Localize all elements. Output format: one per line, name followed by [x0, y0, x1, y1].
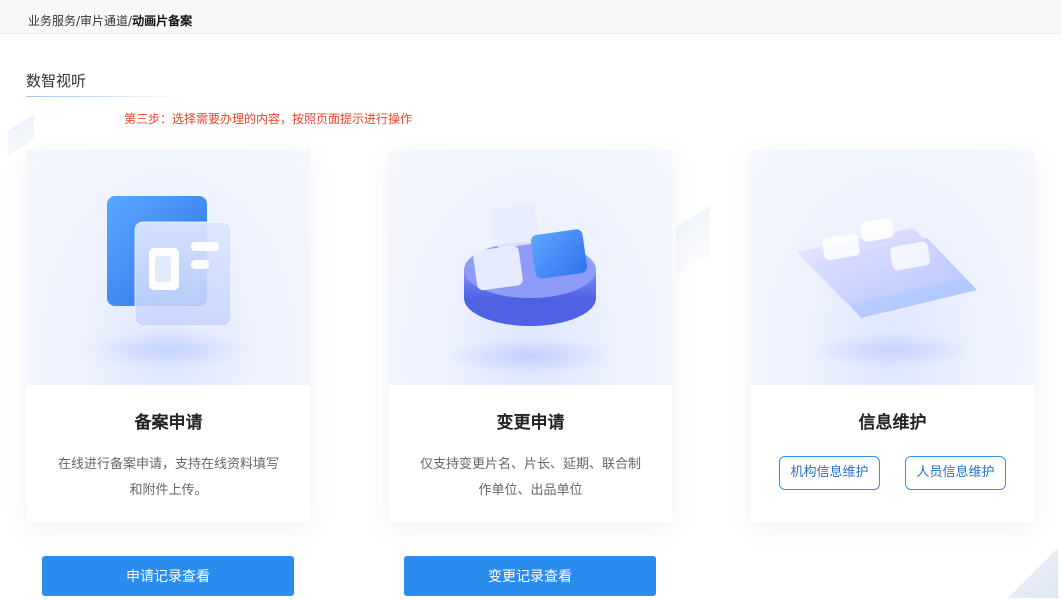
apply-records-button[interactable]: 申请记录查看: [42, 556, 294, 596]
change-illustration-area: [389, 150, 672, 385]
info-illustration-area: [751, 150, 1034, 385]
person-info-maintenance-button[interactable]: 人员信息维护: [905, 456, 1006, 490]
change-records-button[interactable]: 变更记录查看: [404, 556, 656, 596]
section-title: 数智视听: [26, 72, 87, 90]
breadcrumb-item-current: 动画片备案: [132, 14, 193, 28]
layered-platform-icon: [797, 218, 977, 368]
info-maintenance-card: 信息维护 机构信息维护 人员信息维护: [751, 150, 1034, 522]
change-card-description: 仅支持变更片名、片长、延期、联合制作单位、出品单位: [419, 457, 641, 498]
change-card-title: 变更申请: [496, 413, 565, 433]
stacked-blocks-icon: [446, 203, 614, 374]
info-card-title: 信息维护: [858, 413, 927, 433]
section-underline: [26, 96, 186, 97]
decorative-shape-middle: [676, 206, 710, 276]
document-card-icon: [88, 196, 248, 370]
filing-illustration-area: [27, 150, 310, 385]
filing-application-card[interactable]: 备案申请 在线进行备案申请，支持在线资料填写和附件上传。: [27, 150, 310, 522]
filing-card-description: 在线进行备案申请，支持在线资料填写和附件上传。: [57, 457, 279, 498]
step-instruction: 第三步：选择需要办理的内容，按照页面提示进行操作: [124, 112, 413, 126]
org-info-maintenance-button[interactable]: 机构信息维护: [779, 456, 880, 490]
change-application-card[interactable]: 变更申请 仅支持变更片名、片长、延期、联合制作单位、出品单位: [389, 150, 672, 522]
breadcrumb: 业务服务/审片通道/动画片备案: [0, 0, 1061, 34]
breadcrumb-item-review-channel[interactable]: 审片通道/: [80, 14, 132, 28]
filing-card-title: 备案申请: [134, 413, 203, 433]
decorative-shape-corner: [1008, 548, 1058, 598]
breadcrumb-item-business-services[interactable]: 业务服务/: [28, 14, 80, 28]
